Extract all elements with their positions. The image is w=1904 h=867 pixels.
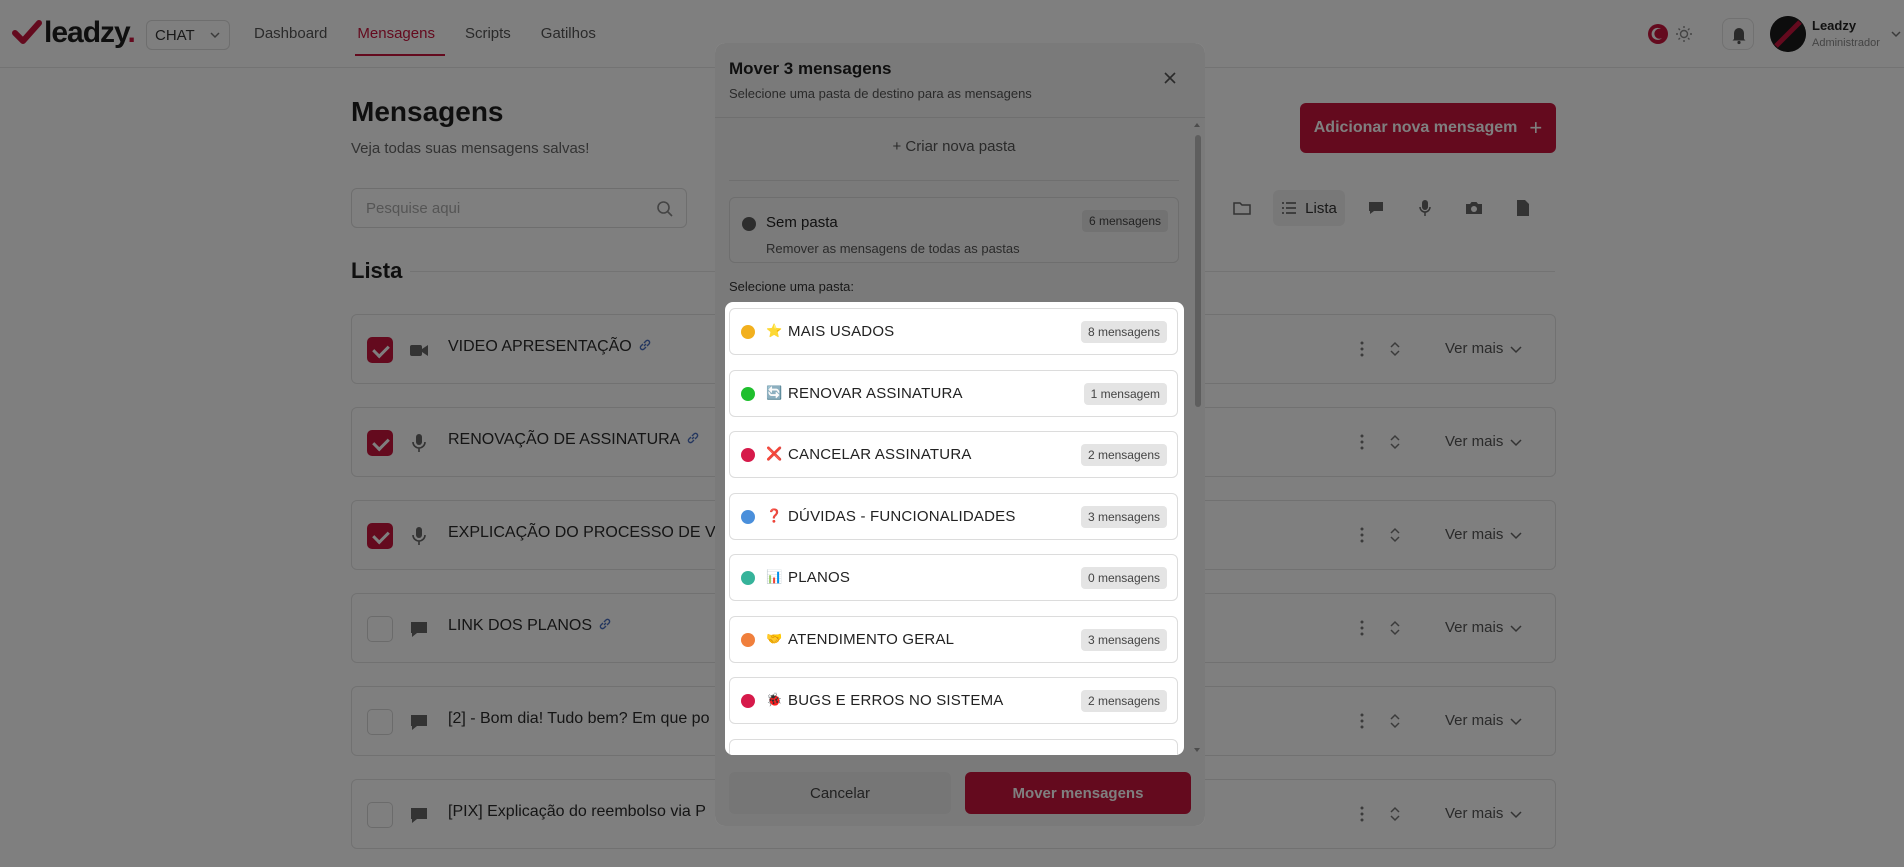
folder-count-badge: 3 mensagens <box>1080 628 1167 651</box>
folder-option[interactable]: 🐞 BUGS E ERROS NO SISTEMA 2 mensagens <box>729 677 1178 724</box>
folder-name: RENOVAR ASSINATURA <box>788 384 963 402</box>
folder-name: CANCELAR ASSINATURA <box>788 446 972 463</box>
folder-emoji-icon: ❓ <box>766 507 783 523</box>
folder-list: ⭐ MAIS USADOS 8 mensagens 🔄 RENOVAR ASSINATU… <box>725 302 1184 755</box>
folder-count-badge: 3 mensagens <box>1080 505 1167 528</box>
folder-option[interactable]: 🔄 RENOVAR ASSINATURA 1 mensagem <box>729 369 1178 417</box>
folder-count-badge: 1 mensagem <box>1083 382 1167 405</box>
folder-emoji-icon: 📊 <box>766 569 783 584</box>
folder-color-dot <box>741 386 755 401</box>
folder-color-dot <box>741 571 755 585</box>
folder-option[interactable] <box>729 738 1178 755</box>
folder-option[interactable]: 🤝 ATENDIMENTO GERAL 3 mensagens <box>729 615 1178 663</box>
folder-count-badge: 0 mensagens <box>1080 567 1167 589</box>
folder-option[interactable]: ❓ DÚVIDAS - FUNCIONALIDADES 3 mensagens <box>729 492 1178 540</box>
folder-emoji-icon: ❌ <box>766 446 783 461</box>
folder-emoji-icon: 🤝 <box>766 630 783 646</box>
folder-color-dot <box>741 694 755 708</box>
folder-name: PLANOS <box>788 569 851 586</box>
folder-color-dot <box>741 632 755 647</box>
folder-emoji-icon: 🔄 <box>766 384 783 400</box>
folder-count-badge: 8 mensagens <box>1080 321 1167 343</box>
folder-option[interactable]: 📊 PLANOS 0 mensagens <box>729 554 1178 601</box>
folder-option[interactable]: ❌ CANCELAR ASSINATURA 2 mensagens <box>729 431 1178 478</box>
folder-name: DÚVIDAS - FUNCIONALIDADES <box>788 507 1016 525</box>
folder-emoji-icon: 🐞 <box>766 692 783 707</box>
folder-count-badge: 2 mensagens <box>1080 690 1167 712</box>
folder-option[interactable]: ⭐ MAIS USADOS 8 mensagens <box>729 308 1178 355</box>
folder-color-dot <box>741 509 755 524</box>
folder-count-badge: 2 mensagens <box>1080 444 1167 466</box>
folder-name: BUGS E ERROS NO SISTEMA <box>788 692 1004 709</box>
folder-name: ATENDIMENTO GERAL <box>788 630 955 648</box>
folder-color-dot <box>741 325 755 339</box>
folder-name: MAIS USADOS <box>788 323 895 340</box>
folder-emoji-icon: ⭐ <box>766 323 783 338</box>
folder-color-dot <box>741 448 755 462</box>
